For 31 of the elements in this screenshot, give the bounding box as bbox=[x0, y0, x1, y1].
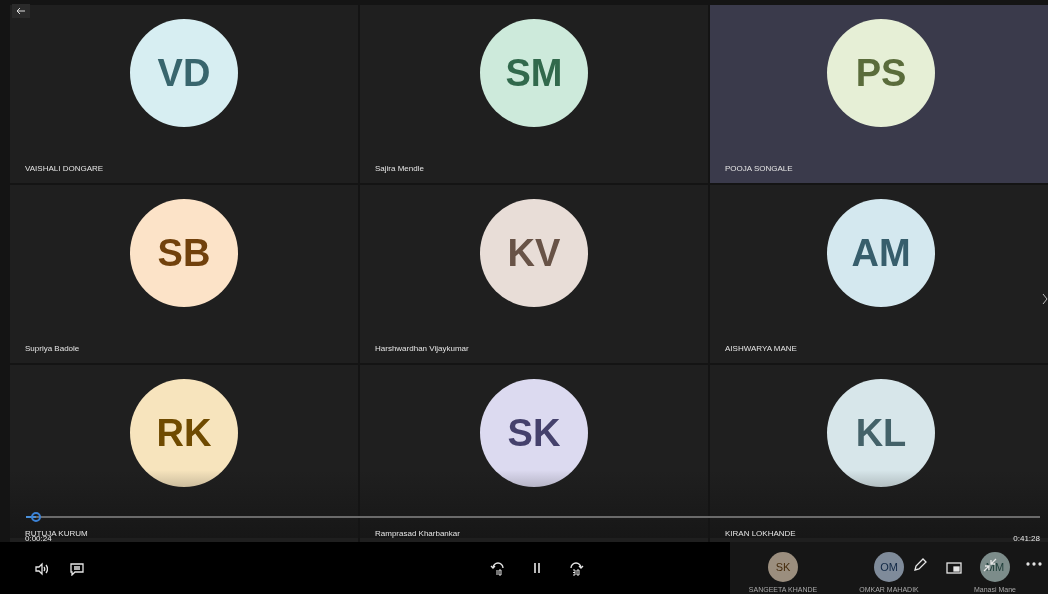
participant-name: POOJA SONGALE bbox=[725, 164, 793, 173]
pencil-icon[interactable] bbox=[912, 557, 928, 573]
avatar: KV bbox=[480, 199, 588, 307]
avatar: SK bbox=[480, 379, 588, 487]
picture-in-picture-icon[interactable] bbox=[946, 562, 962, 574]
rewind-icon[interactable] bbox=[489, 559, 507, 577]
avatar: SB bbox=[130, 199, 238, 307]
back-icon[interactable] bbox=[12, 4, 30, 18]
participant-name: Sajira Mendle bbox=[375, 164, 424, 173]
chevron-right-icon[interactable] bbox=[1042, 292, 1048, 306]
participant-name: KIRAN LOKHANDE bbox=[725, 529, 796, 538]
duration: 0:41:28 bbox=[1013, 534, 1040, 543]
pause-icon[interactable] bbox=[531, 561, 543, 575]
chat-icon[interactable] bbox=[70, 562, 84, 576]
avatar: VD bbox=[130, 19, 238, 127]
progress-thumb[interactable] bbox=[31, 512, 42, 522]
avatar: RK bbox=[130, 379, 238, 487]
avatar: SK bbox=[768, 552, 798, 582]
participant-name: Harshwardhan Vijaykumar bbox=[375, 344, 469, 353]
more-icon[interactable] bbox=[1026, 561, 1042, 567]
forward-icon[interactable] bbox=[567, 559, 585, 577]
avatar: AM bbox=[827, 199, 935, 307]
participant-name: Ramprasad Kharbankar bbox=[375, 529, 460, 538]
participant-name: AISHWARYA MANE bbox=[725, 344, 797, 353]
avatar: KL bbox=[827, 379, 935, 487]
volume-icon[interactable] bbox=[34, 562, 48, 576]
avatar: OM bbox=[874, 552, 904, 582]
participant-name: Supriya Badole bbox=[25, 344, 80, 353]
avatar: SM bbox=[480, 19, 588, 127]
avatar: PS bbox=[827, 19, 935, 127]
participant-name: VAISHALI DONGARE bbox=[25, 164, 104, 173]
